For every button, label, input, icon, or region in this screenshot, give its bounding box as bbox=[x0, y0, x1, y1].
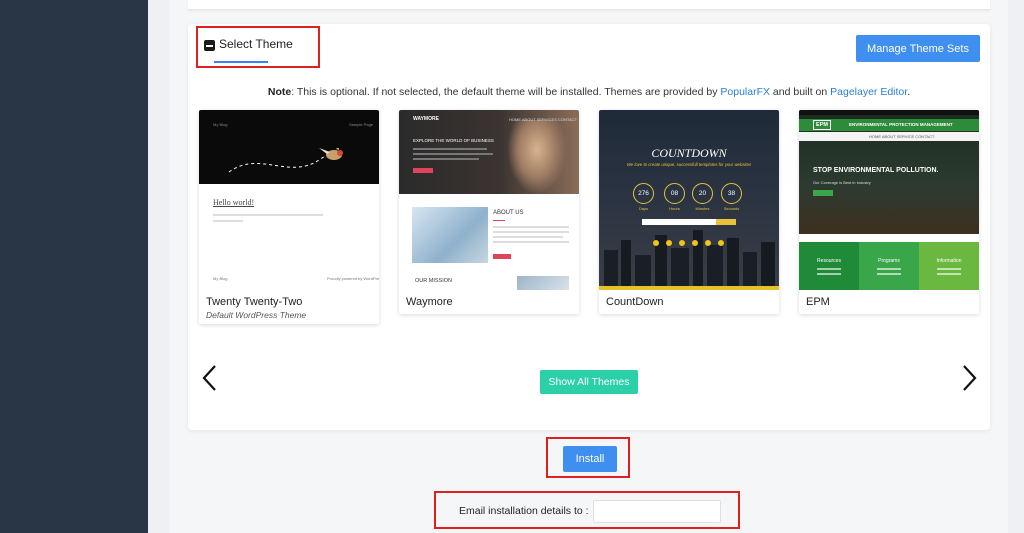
theme-name: Twenty Twenty-Two bbox=[199, 290, 379, 310]
theme-name: CountDown bbox=[599, 290, 779, 310]
tab-underline bbox=[214, 61, 268, 63]
show-all-themes-button[interactable]: Show All Themes bbox=[540, 370, 638, 394]
preview-mission: OUR MISSION bbox=[415, 278, 452, 284]
note-text-1: : This is optional. If not selected, the… bbox=[291, 86, 720, 98]
popularfx-link[interactable]: PopularFX bbox=[720, 86, 770, 98]
preview-counter: 38 bbox=[721, 183, 742, 204]
theme-thumbnail[interactable]: EPM ENVIRONMENTAL PROTECTION MANAGEMENT … bbox=[799, 110, 979, 290]
manage-theme-sets-button[interactable]: Manage Theme Sets bbox=[856, 35, 980, 62]
preview-title: Hello world! bbox=[213, 198, 254, 207]
chevron-right-icon[interactable] bbox=[959, 364, 979, 392]
theme-thumbnail[interactable]: COUNTDOWN We love to create unique, succ… bbox=[599, 110, 779, 290]
theme-card-epm[interactable]: EPM ENVIRONMENTAL PROTECTION MANAGEMENT … bbox=[799, 110, 979, 314]
preview-counter: 20 bbox=[692, 183, 713, 204]
theme-selection-card: Select Theme Manage Theme Sets Note: Thi… bbox=[188, 24, 990, 430]
theme-subtitle: Default WordPress Theme bbox=[199, 310, 379, 324]
minus-square-icon[interactable] bbox=[204, 40, 215, 51]
theme-note: Note: This is optional. If not selected,… bbox=[188, 86, 990, 98]
preview-heading: COUNTDOWN bbox=[599, 146, 779, 161]
theme-thumbnail[interactable]: My Blog Sample Page Hello world! My Blog… bbox=[199, 110, 379, 290]
chevron-left-icon[interactable] bbox=[200, 364, 220, 392]
theme-name: EPM bbox=[799, 290, 979, 310]
theme-subtitle bbox=[799, 310, 979, 314]
preview-counter: 08 bbox=[664, 183, 685, 204]
note-text-3: . bbox=[907, 86, 910, 98]
note-text-2: and built on bbox=[770, 86, 830, 98]
previous-section-card bbox=[188, 0, 990, 10]
preview-col: Resources bbox=[799, 258, 859, 264]
email-highlight: Email installation details to : bbox=[434, 491, 740, 529]
preview-col: Programs bbox=[859, 258, 919, 264]
theme-subtitle bbox=[599, 310, 779, 314]
theme-name: Waymore bbox=[399, 290, 579, 310]
preview-about: ABOUT US bbox=[493, 210, 524, 216]
install-button[interactable]: Install bbox=[563, 446, 617, 472]
theme-card-countdown[interactable]: COUNTDOWN We love to create unique, succ… bbox=[599, 110, 779, 314]
note-prefix: Note bbox=[268, 86, 291, 98]
preview-logo: EPM bbox=[813, 120, 831, 130]
preview-tagline: We love to create unique, successfull te… bbox=[599, 162, 779, 167]
preview-heading: STOP ENVIRONMENTAL POLLUTION. bbox=[813, 167, 939, 174]
theme-subtitle bbox=[399, 310, 579, 314]
email-label: Email installation details to : bbox=[459, 505, 589, 517]
preview-sub: Our Coverage is Best in Industry bbox=[813, 180, 871, 185]
email-input[interactable] bbox=[593, 500, 721, 523]
theme-thumbnail[interactable]: WAYMORE HOME ABOUT SERVICES CONTACT EXPL… bbox=[399, 110, 579, 290]
preview-counter: 276 bbox=[633, 183, 654, 204]
preview-col: Information bbox=[919, 258, 979, 264]
pagelayer-link[interactable]: Pagelayer Editor bbox=[830, 86, 907, 98]
preview-banner: ENVIRONMENTAL PROTECTION MANAGEMENT bbox=[849, 122, 953, 127]
sidebar bbox=[0, 0, 148, 533]
select-theme-label: Select Theme bbox=[219, 37, 293, 51]
preview-logo: WAYMORE bbox=[413, 116, 439, 122]
theme-card-waymore[interactable]: WAYMORE HOME ABOUT SERVICES CONTACT EXPL… bbox=[399, 110, 579, 314]
theme-card-twenty-twenty-two[interactable]: My Blog Sample Page Hello world! My Blog… bbox=[199, 110, 379, 324]
install-highlight: Install bbox=[546, 437, 630, 478]
preview-heading: EXPLORE THE WORLD OF BUSINESS bbox=[413, 138, 494, 143]
